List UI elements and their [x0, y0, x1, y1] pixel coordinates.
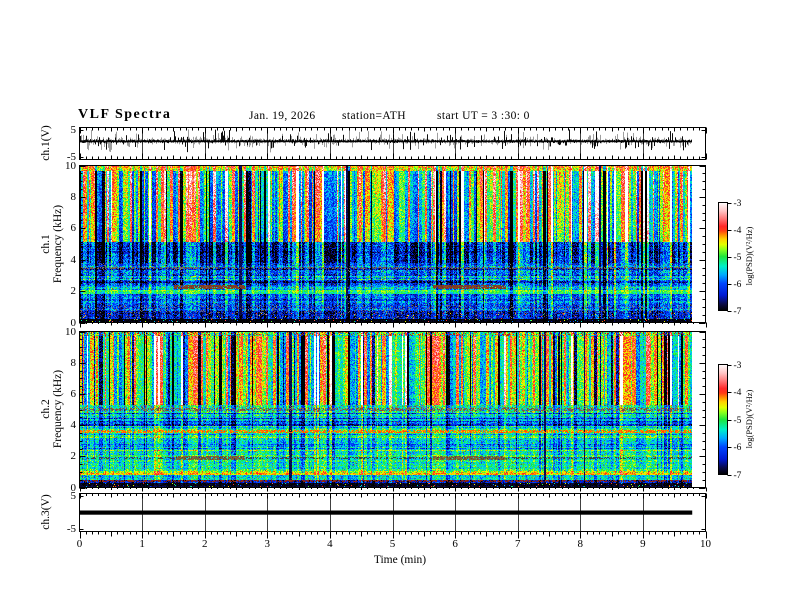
x-tick-label: 9 — [640, 538, 646, 550]
freq-tick-label: 4 — [70, 254, 77, 266]
volt-tick-label: -5 — [66, 151, 76, 163]
colorbar-tick-label: -7 — [733, 471, 742, 481]
colorbar-tick-label: -5 — [733, 253, 742, 263]
freq-tick-label: 10 — [65, 326, 76, 338]
volt-tick-label: 5 — [70, 490, 77, 502]
volt-tick-label: 5 — [70, 124, 77, 136]
freq-tick-label: 2 — [70, 285, 77, 297]
x-tick-label: 5 — [389, 538, 396, 550]
x-tick-label: 10 — [700, 538, 711, 550]
volt-tick-label: -5 — [66, 523, 76, 535]
freq-tick-label: 4 — [70, 419, 77, 431]
freq-tick-label: 8 — [70, 191, 77, 203]
freq-tick-label: 8 — [70, 357, 77, 369]
x-tick-label: 6 — [452, 538, 458, 550]
colorbar-tick-label: -4 — [733, 388, 742, 398]
x-tick-label: 0 — [76, 538, 83, 550]
x-tick-label: 2 — [201, 538, 208, 550]
x-tick-label: 1 — [139, 538, 145, 550]
x-tick-label: 4 — [327, 538, 333, 550]
colorbar-tick-label: -6 — [733, 280, 742, 290]
colorbar-tick-label: -3 — [733, 199, 742, 209]
freq-tick-label: 6 — [70, 222, 77, 234]
colorbar-tick-label: -4 — [733, 226, 742, 236]
colorbar-tick-label: -3 — [733, 361, 742, 371]
freq-tick-label: 6 — [70, 388, 77, 400]
freq-tick-label: 2 — [70, 450, 77, 462]
colorbar-tick-label: -6 — [733, 443, 742, 453]
vlf-spectra-figure: VLF Spectra Jan. 19, 2026 station=ATH st… — [0, 0, 792, 612]
x-tick-label: 3 — [264, 538, 271, 550]
colorbar-tick-label: -5 — [733, 416, 742, 426]
x-tick-label: 8 — [577, 538, 584, 550]
axes-overlay-canvas — [0, 0, 792, 612]
x-tick-label: 7 — [514, 538, 521, 550]
colorbar-tick-label: -7 — [733, 307, 742, 317]
